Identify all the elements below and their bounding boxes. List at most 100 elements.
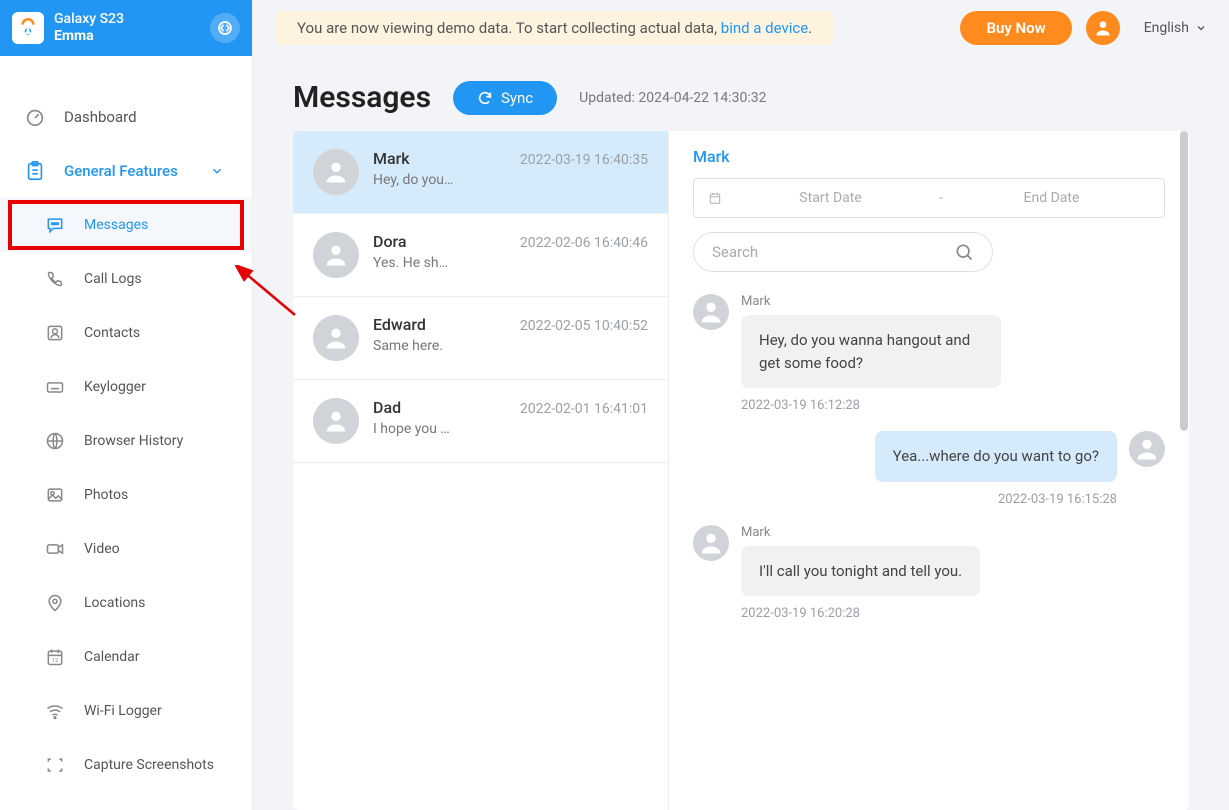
svg-text:12: 12	[52, 658, 59, 664]
message-bubble: Hey, do you wanna hangout and get some f…	[741, 315, 1001, 388]
nav-label: Locations	[84, 595, 145, 611]
search-box[interactable]	[693, 232, 993, 272]
nav-general-features[interactable]: General Features	[0, 144, 252, 198]
nav-label: Call Logs	[84, 271, 142, 287]
chevron-down-icon	[1195, 22, 1207, 34]
conversation-time: 2022-02-01 16:41:01	[520, 401, 648, 417]
banner-text: You are now viewing demo data. To start …	[297, 19, 721, 37]
dashboard-icon	[24, 106, 46, 128]
screenshot-icon	[44, 754, 66, 776]
conversation-time: 2022-03-19 16:40:35	[520, 152, 648, 168]
conversation-item[interactable]: Dad 2022-02-01 16:41:01 I hope you …	[293, 380, 668, 463]
nav-calendar[interactable]: 12 Calendar	[0, 630, 252, 684]
nav-label: Calendar	[84, 649, 140, 665]
conversation-time: 2022-02-06 16:40:46	[520, 235, 648, 251]
message-group: Yea...where do you want to go?	[693, 431, 1165, 482]
nav-call-logs[interactable]: Call Logs	[0, 252, 252, 306]
nav-wifi-logger[interactable]: Wi-Fi Logger	[0, 684, 252, 738]
sidebar-header: Galaxy S23 Emma	[0, 0, 252, 56]
sync-label: Sync	[501, 89, 533, 107]
nav-label: Messages	[84, 217, 148, 233]
conversation-item[interactable]: Mark 2022-03-19 16:40:35 Hey, do you…	[293, 131, 668, 214]
search-input[interactable]	[712, 243, 954, 261]
nav-label: Contacts	[84, 325, 140, 341]
sync-button[interactable]: Sync	[453, 81, 557, 115]
message-time: 2022-03-19 16:12:28	[741, 398, 1165, 413]
nav-capture-screenshots[interactable]: Capture Screenshots	[0, 738, 252, 792]
photo-icon	[44, 484, 66, 506]
message-time: 2022-03-19 16:20:28	[741, 606, 1165, 621]
avatar	[693, 525, 729, 561]
conversation-preview: Yes. He sh…	[373, 255, 648, 271]
app-logo	[12, 12, 44, 44]
chat-body[interactable]: Mark Hey, do you wanna hangout and get s…	[669, 284, 1189, 810]
chat-head: Mark Start Date - End Date	[669, 131, 1189, 284]
date-separator: -	[939, 190, 943, 206]
scrollbar-thumb[interactable]	[1180, 131, 1188, 431]
page-title: Messages	[293, 80, 431, 115]
buy-now-button[interactable]: Buy Now	[960, 11, 1071, 45]
nav-label: Wi-Fi Logger	[84, 703, 162, 719]
bind-device-link[interactable]: bind a device	[721, 19, 808, 37]
sync-icon	[477, 90, 493, 106]
nav-label: Keylogger	[84, 379, 146, 395]
nav-messages[interactable]: Messages	[0, 198, 252, 252]
avatar	[693, 294, 729, 330]
nav-contacts[interactable]: Contacts	[0, 306, 252, 360]
nav-label: Video	[84, 541, 120, 557]
chevron-down-icon	[206, 160, 228, 182]
conversation-item[interactable]: Edward 2022-02-05 10:40:52 Same here.	[293, 297, 668, 380]
nav-browser-history[interactable]: Browser History	[0, 414, 252, 468]
nav-dashboard[interactable]: Dashboard	[0, 90, 252, 144]
avatar	[313, 315, 359, 361]
nav-keylogger[interactable]: Keylogger	[0, 360, 252, 414]
conversation-preview: I hope you …	[373, 421, 648, 437]
clipboard-icon	[24, 160, 46, 182]
message-bubble: I'll call you tonight and tell you.	[741, 546, 980, 597]
switch-device-button[interactable]	[210, 13, 240, 43]
language-label: English	[1144, 20, 1189, 36]
nav-label: Dashboard	[64, 108, 137, 126]
date-range-picker[interactable]: Start Date - End Date	[693, 178, 1165, 218]
nav-label: Capture Screenshots	[84, 757, 214, 774]
profile-button[interactable]	[1086, 11, 1120, 45]
message-icon	[44, 214, 66, 236]
conversation-preview: Same here.	[373, 338, 648, 354]
device-model: Galaxy S23	[54, 11, 210, 28]
chat-contact-name: Mark	[693, 147, 1165, 166]
chat-pane: Mark Start Date - End Date Mark Hey, do …	[669, 131, 1189, 810]
page-head: Messages Sync Updated: 2024-04-22 14:30:…	[253, 56, 1229, 131]
updated-text: Updated: 2024-04-22 14:30:32	[579, 90, 766, 106]
device-info[interactable]: Galaxy S23 Emma	[54, 11, 210, 45]
device-user: Emma	[54, 28, 210, 45]
globe-icon	[44, 430, 66, 452]
search-icon	[954, 242, 974, 262]
message-group: Mark I'll call you tonight and tell you.	[693, 525, 1165, 597]
banner-tail: .	[808, 19, 812, 37]
conversation-name: Dora	[373, 232, 407, 251]
conversation-name: Dad	[373, 398, 401, 417]
nav-label: General Features	[64, 162, 178, 180]
demo-banner: You are now viewing demo data. To start …	[275, 11, 834, 45]
conversation-list[interactable]: Mark 2022-03-19 16:40:35 Hey, do you… Do…	[293, 131, 669, 810]
language-selector[interactable]: English	[1144, 20, 1207, 36]
video-icon	[44, 538, 66, 560]
nav-video[interactable]: Video	[0, 522, 252, 576]
contacts-icon	[44, 322, 66, 344]
avatar	[313, 149, 359, 195]
nav-photos[interactable]: Photos	[0, 468, 252, 522]
calendar-icon: 12	[44, 646, 66, 668]
calendar-icon	[708, 191, 722, 205]
wifi-icon	[44, 700, 66, 722]
message-sender: Mark	[741, 294, 1001, 309]
content: Mark 2022-03-19 16:40:35 Hey, do you… Do…	[293, 131, 1189, 810]
nav-label: Photos	[84, 487, 128, 503]
message-time: 2022-03-19 16:15:28	[693, 492, 1117, 507]
nav-locations[interactable]: Locations	[0, 576, 252, 630]
conversation-time: 2022-02-05 10:40:52	[520, 318, 648, 334]
conversation-name: Edward	[373, 315, 426, 334]
nav-label: Browser History	[84, 433, 183, 449]
location-icon	[44, 592, 66, 614]
conversation-item[interactable]: Dora 2022-02-06 16:40:46 Yes. He sh…	[293, 214, 668, 297]
conversation-name: Mark	[373, 149, 410, 168]
